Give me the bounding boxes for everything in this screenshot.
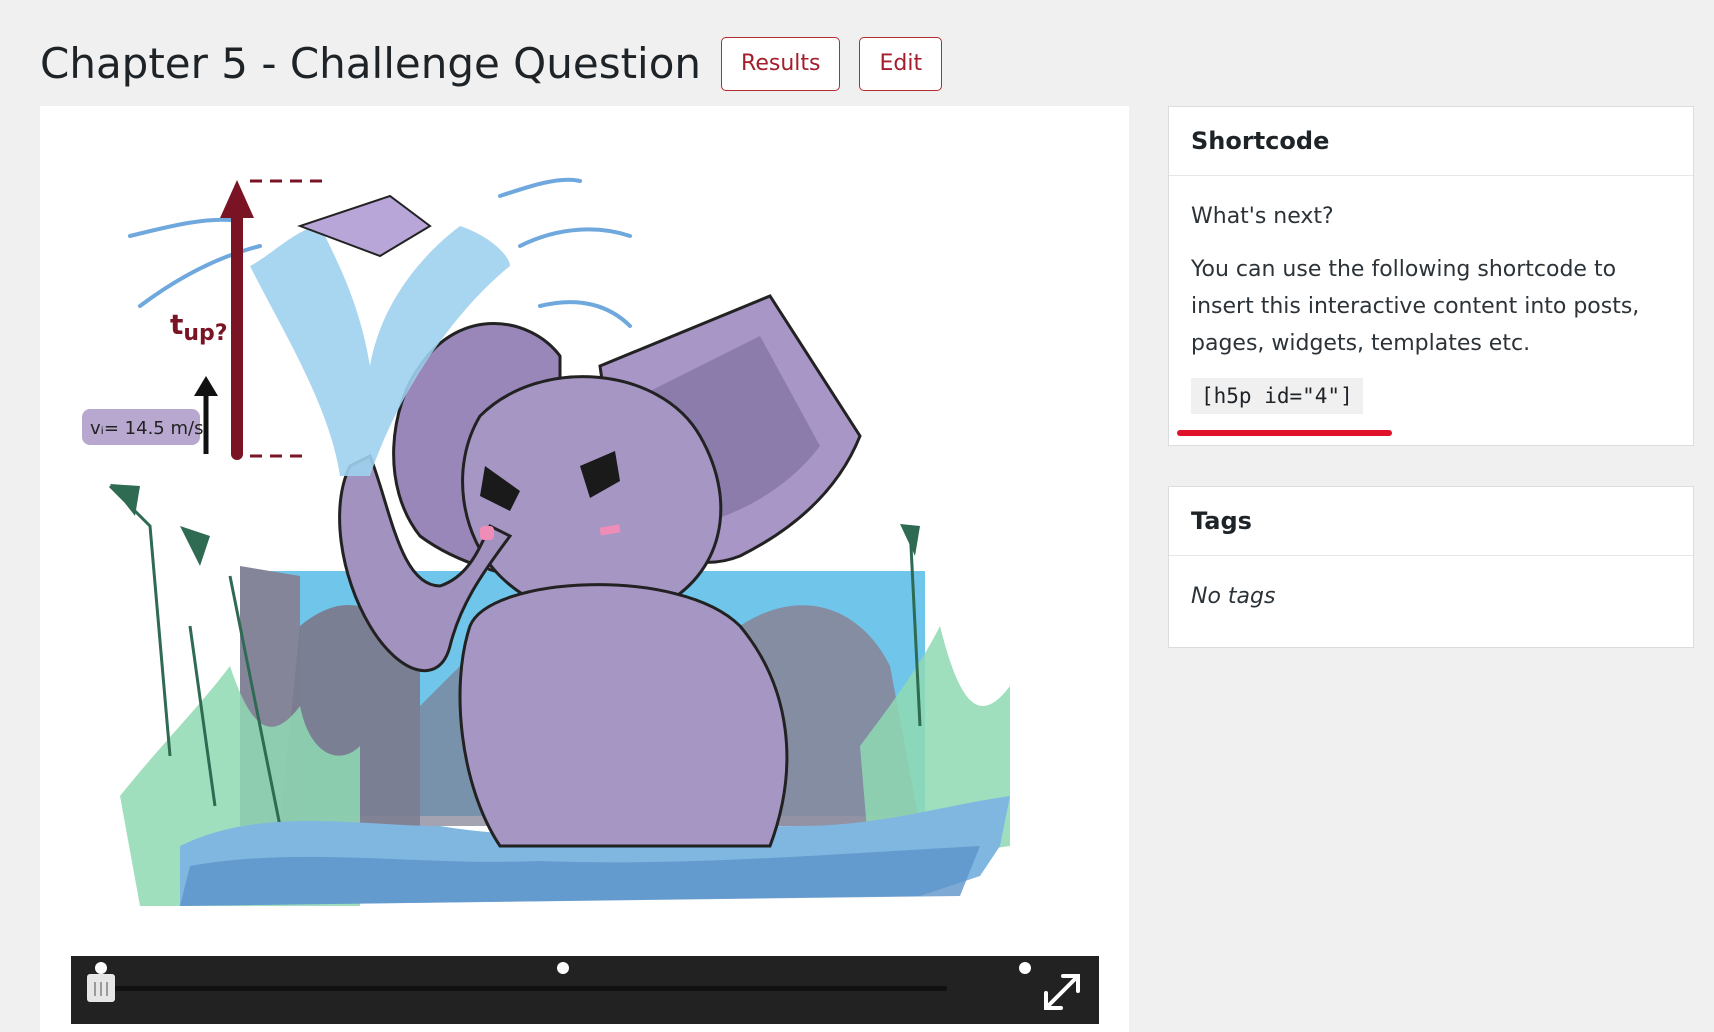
shortcode-box-title: Shortcode [1169,107,1693,176]
velocity-label: vᵢ= 14.5 m/s [90,418,203,439]
whats-next-text: What's next? [1191,204,1334,229]
results-button[interactable]: Results [721,37,841,91]
time-up-label: tup? [170,308,228,346]
edit-button[interactable]: Edit [859,37,943,91]
progress-start-dot[interactable] [95,962,107,974]
progress-end-dot[interactable] [1019,962,1031,974]
video-control-bar [71,956,1099,1024]
no-tags-text: No tags [1191,584,1276,609]
elephant-illustration: tup? vᵢ= 14.5 m/s [82,177,1010,906]
tags-box: Tags No tags [1168,486,1694,648]
interaction-marker-dot[interactable] [557,962,569,974]
shortcode-description: You can use the following shortcode to i… [1191,257,1640,356]
page-title: Chapter 5 - Challenge Question [40,39,702,88]
fullscreen-icon[interactable] [1044,974,1080,1010]
shortcode-highlight-underline [1177,430,1392,436]
shortcode-box-body: What's next? You can use the following s… [1169,176,1693,437]
scrubber-handle-icon[interactable] [87,974,115,1002]
shortcode-box: Shortcode What's next? You can use the f… [1168,106,1694,446]
player-controls [87,962,1080,1010]
shortcode-code[interactable]: [h5p id="4"] [1191,378,1363,414]
progress-track[interactable] [99,986,947,991]
page-header: Chapter 5 - Challenge Question Results E… [40,34,943,94]
tags-box-title: Tags [1169,487,1693,556]
tags-box-body: No tags [1169,556,1693,637]
h5p-content-panel: tup? vᵢ= 14.5 m/s [40,106,1129,1032]
